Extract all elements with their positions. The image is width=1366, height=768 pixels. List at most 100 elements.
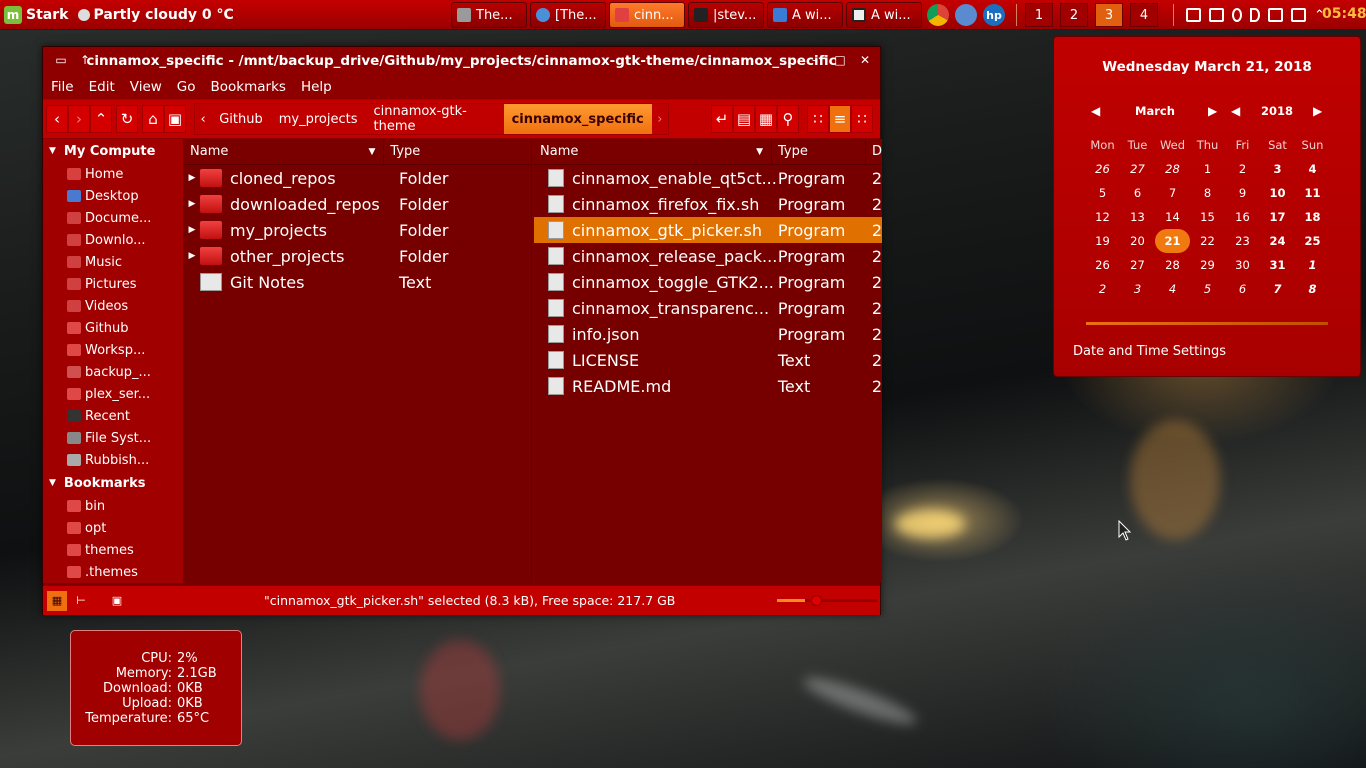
table-row[interactable]: cinnamox_enable_qt5ct... Program 2 bbox=[534, 165, 882, 191]
table-row[interactable]: ▶ other_projects Folder bbox=[184, 243, 531, 269]
sidebar-item[interactable]: Videos bbox=[43, 295, 183, 317]
column-name[interactable]: Name ▼ bbox=[534, 139, 772, 165]
up-button[interactable]: ⌃ bbox=[90, 105, 112, 133]
zoom-slider[interactable] bbox=[777, 595, 877, 606]
clock[interactable]: 05:48 bbox=[1322, 6, 1366, 22]
expander-icon[interactable]: ▶ bbox=[184, 199, 200, 209]
sidebar-item[interactable]: Music bbox=[43, 251, 183, 273]
calendar-day[interactable]: 22 bbox=[1190, 229, 1225, 253]
workspace-4[interactable]: 4 bbox=[1130, 3, 1158, 27]
sidebar-item[interactable]: File Syst... bbox=[43, 427, 183, 449]
sidebar-heading-computer[interactable]: ▼ My Compute bbox=[43, 139, 183, 163]
table-row[interactable]: cinnamox_firefox_fix.sh Program 2 bbox=[534, 191, 882, 217]
task-button[interactable]: A wi... bbox=[846, 2, 922, 28]
table-row[interactable]: README.md Text 2 bbox=[534, 373, 882, 399]
column-type[interactable]: Type bbox=[384, 139, 531, 165]
home-button[interactable]: ⌂ bbox=[142, 105, 164, 133]
volume-icon[interactable] bbox=[1250, 8, 1260, 22]
calendar-day[interactable]: 16 bbox=[1225, 205, 1260, 229]
sidebar-item[interactable]: Rubbish... bbox=[43, 449, 183, 471]
sidebar-item[interactable]: Worksp... bbox=[43, 339, 183, 361]
sidebar-item[interactable]: Pictures bbox=[43, 273, 183, 295]
calendar-day[interactable]: 24 bbox=[1260, 229, 1295, 253]
calendar-day[interactable]: 30 bbox=[1225, 253, 1260, 277]
calendar-day[interactable]: 25 bbox=[1295, 229, 1330, 253]
table-row[interactable]: LICENSE Text 2 bbox=[534, 347, 882, 373]
breadcrumb-cinnamox-gtk-theme[interactable]: cinnamox-gtk-theme bbox=[366, 104, 504, 134]
forward-button[interactable]: › bbox=[68, 105, 90, 133]
task-button-active[interactable]: cinn... bbox=[609, 2, 685, 28]
calendar-day[interactable]: 26 bbox=[1085, 253, 1120, 277]
calendar-day[interactable]: 14 bbox=[1155, 205, 1190, 229]
minimize-icon[interactable]: – bbox=[809, 54, 821, 66]
menu-edit[interactable]: Edit bbox=[89, 79, 115, 95]
column-type[interactable]: Type bbox=[772, 139, 866, 165]
compact-view-icon[interactable]: ∷ bbox=[851, 105, 873, 133]
keyboard-icon[interactable] bbox=[1186, 8, 1201, 22]
table-row[interactable]: info.json Program 2 bbox=[534, 321, 882, 347]
pen-icon[interactable] bbox=[1232, 8, 1242, 22]
calendar-day[interactable]: 3 bbox=[1120, 277, 1155, 301]
task-button[interactable]: A wi... bbox=[767, 2, 843, 28]
terminal-icon[interactable]: ▤ bbox=[733, 105, 755, 133]
hp-icon[interactable]: hp bbox=[983, 4, 1005, 26]
calendar-day[interactable]: 15 bbox=[1190, 205, 1225, 229]
bookmark-item[interactable]: opt bbox=[43, 517, 183, 539]
task-button[interactable]: [The... bbox=[530, 2, 606, 28]
breadcrumb-github[interactable]: Github bbox=[211, 104, 271, 134]
calendar-day[interactable]: 6 bbox=[1225, 277, 1260, 301]
battery-icon[interactable] bbox=[1268, 8, 1283, 22]
workspace-2[interactable]: 2 bbox=[1060, 3, 1088, 27]
breadcrumb-my-projects[interactable]: my_projects bbox=[271, 104, 366, 134]
breadcrumb-cinnamox-specific[interactable]: cinnamox_specific bbox=[503, 104, 652, 134]
calendar-day[interactable]: 17 bbox=[1260, 205, 1295, 229]
new-folder-icon[interactable]: ▦ bbox=[755, 105, 777, 133]
calendar-day[interactable]: 28 bbox=[1155, 253, 1190, 277]
task-button[interactable]: |stev... bbox=[688, 2, 764, 28]
titlebar[interactable]: ▭ ↑ cinnamox_specific - /mnt/backup_driv… bbox=[43, 47, 880, 75]
calendar-day[interactable]: 11 bbox=[1295, 181, 1330, 205]
workspace-1[interactable]: 1 bbox=[1025, 3, 1053, 27]
network-app-icon[interactable] bbox=[955, 4, 977, 26]
calendar-day[interactable]: 27 bbox=[1120, 157, 1155, 181]
sidebar-item[interactable]: plex_ser... bbox=[43, 383, 183, 405]
calendar-day[interactable]: 8 bbox=[1295, 277, 1330, 301]
calendar-day[interactable]: 1 bbox=[1190, 157, 1225, 181]
icon-view-icon[interactable]: ∷ bbox=[807, 105, 829, 133]
menu-view[interactable]: View bbox=[130, 79, 162, 95]
reload-button[interactable]: ↻ bbox=[116, 105, 138, 133]
calendar-day[interactable]: 29 bbox=[1190, 253, 1225, 277]
sidebar-item[interactable]: Docume... bbox=[43, 207, 183, 229]
sidebar-item[interactable]: Github bbox=[43, 317, 183, 339]
table-row[interactable]: cinnamox_release_pack... Program 2 bbox=[534, 243, 882, 269]
calendar-day[interactable]: 7 bbox=[1155, 181, 1190, 205]
table-row[interactable]: cinnamox_transparenc... Program 2 bbox=[534, 295, 882, 321]
calendar-day[interactable]: 4 bbox=[1295, 157, 1330, 181]
task-button[interactable]: The... bbox=[451, 2, 527, 28]
table-row[interactable]: ▶ cloned_repos Folder bbox=[184, 165, 531, 191]
back-button[interactable]: ‹ bbox=[46, 105, 68, 133]
show-tree-icon[interactable]: ⊢ bbox=[71, 591, 91, 611]
calendar-day[interactable]: 4 bbox=[1155, 277, 1190, 301]
calendar-day[interactable]: 26 bbox=[1085, 157, 1120, 181]
close-icon[interactable]: ✕ bbox=[859, 54, 871, 66]
search-icon[interactable]: ⚲ bbox=[777, 105, 799, 133]
calendar-day[interactable]: 13 bbox=[1120, 205, 1155, 229]
calendar-day[interactable]: 8 bbox=[1190, 181, 1225, 205]
sidebar-item[interactable]: backup_... bbox=[43, 361, 183, 383]
breadcrumb-right-arrow[interactable]: › bbox=[652, 112, 668, 127]
calendar-day[interactable]: 1 bbox=[1295, 253, 1330, 277]
calendar-day[interactable]: 21 bbox=[1155, 229, 1190, 253]
expander-icon[interactable]: ▶ bbox=[184, 225, 200, 235]
sidebar-heading-bookmarks[interactable]: ▼ Bookmarks bbox=[43, 471, 183, 495]
calendar-day[interactable]: 5 bbox=[1190, 277, 1225, 301]
calendar-day[interactable]: 6 bbox=[1120, 181, 1155, 205]
sidebar-item[interactable]: Home bbox=[43, 163, 183, 185]
column-date[interactable]: D bbox=[866, 139, 882, 165]
calendar-day[interactable]: 2 bbox=[1225, 157, 1260, 181]
calendar-day[interactable]: 28 bbox=[1155, 157, 1190, 181]
bookmark-item[interactable]: bin bbox=[43, 495, 183, 517]
next-month-icon[interactable]: ▶ bbox=[1208, 104, 1217, 118]
table-row[interactable]: cinnamox_toggle_GTK2... Program 2 bbox=[534, 269, 882, 295]
calendar-day[interactable]: 12 bbox=[1085, 205, 1120, 229]
